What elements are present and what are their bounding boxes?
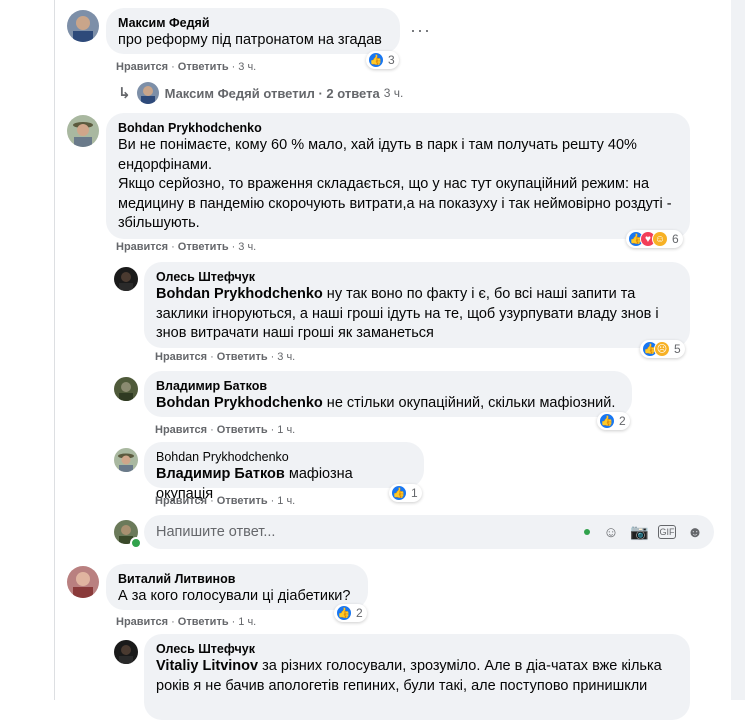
reply-text: Vitaliy Litvinov за різних голосували, з… [156, 658, 662, 694]
reaction-count: 6 [672, 232, 679, 246]
reaction-summary[interactable]: 👍 2 [334, 604, 367, 622]
reply-actions: Нравится · Ответить · 1 ч. [155, 495, 296, 507]
camera-icon[interactable]: 📷 [630, 523, 649, 541]
mention-link[interactable]: Vitaliy Litvinov [156, 658, 258, 674]
comment-actions: Нравится · Ответить · 3 ч. [116, 241, 257, 253]
reply-button[interactable]: Ответить [217, 351, 268, 363]
reaction-count: 2 [356, 606, 363, 620]
avatar[interactable] [67, 566, 99, 598]
reply-time[interactable]: 1 ч. [277, 424, 295, 436]
reply-bubble: Олесь Штефчук Bohdan Prykhodchenko ну та… [144, 262, 690, 348]
reaction-count: 2 [619, 414, 626, 428]
like-button[interactable]: Нравится [155, 351, 207, 363]
avatar[interactable] [114, 377, 138, 401]
reply-input[interactable]: Напишите ответ... ☺ 📷 GIF ☻ [144, 515, 714, 549]
reply-button[interactable]: Ответить [178, 616, 229, 628]
reply-actions: Нравится · Ответить · 1 ч. [155, 424, 296, 436]
like-icon: 👍 [391, 485, 407, 501]
like-icon: 👍 [599, 413, 615, 429]
reaction-summary[interactable]: 👍 1 [389, 484, 422, 502]
reaction-summary[interactable]: 👍 2 [597, 412, 630, 430]
reaction-summary[interactable]: 👍 ♥ ☺ 6 [626, 230, 683, 248]
comment-text: Ви не понімаєте, кому 60 % мало, хай іду… [118, 137, 672, 231]
like-button[interactable]: Нравится [155, 495, 207, 507]
comment-text: про реформу під патронатом на згадав [118, 32, 382, 48]
comment-actions: Нравится · Ответить · 3 ч. [116, 61, 257, 73]
avatar[interactable] [114, 448, 138, 472]
comment-author[interactable]: Максим Федяй [118, 15, 388, 31]
reply-button[interactable]: Ответить [217, 424, 268, 436]
like-button[interactable]: Нравится [155, 424, 207, 436]
avatar[interactable] [114, 267, 138, 291]
reply-time[interactable]: 3 ч. [277, 351, 295, 363]
comment-bubble: Максим Федяй про реформу під патронатом … [106, 8, 400, 54]
reply-text: Bohdan Prykhodchenko не стільки окупацій… [156, 395, 616, 411]
comment-bubble: Bohdan Prykhodchenko Ви не понімаєте, ко… [106, 113, 690, 239]
reply-button[interactable]: Ответить [178, 61, 229, 73]
comment-actions: Нравится · Ответить · 1 ч. [116, 616, 257, 628]
comment-time[interactable]: 3 ч. [238, 61, 256, 73]
comment-text: А за кого голосували ці діабетики? [118, 588, 351, 604]
reply-button[interactable]: Ответить [178, 241, 229, 253]
mention-link[interactable]: Владимир Батков [156, 466, 285, 482]
like-button[interactable]: Нравится [116, 61, 168, 73]
reply-author[interactable]: Bohdan Prykhodchenko [156, 449, 412, 465]
like-icon: 👍 [368, 52, 384, 68]
scrollbar[interactable] [731, 0, 745, 700]
sad-icon: ☹ [654, 341, 670, 357]
care-icon: ☺ [652, 231, 668, 247]
reply-bubble: Владимир Батков Bohdan Prykhodchenko не … [144, 371, 632, 417]
avatar[interactable] [114, 640, 138, 664]
like-button[interactable]: Нравится [116, 616, 168, 628]
avatar[interactable] [67, 115, 99, 147]
comment-time[interactable]: 3 ч. [238, 241, 256, 253]
like-button[interactable]: Нравится [116, 241, 168, 253]
mention-link[interactable]: Bohdan Prykhodchenko [156, 286, 323, 302]
reply-text: Bohdan Prykhodchenko ну так воно по факт… [156, 286, 659, 341]
avatar[interactable] [67, 10, 99, 42]
reply-actions: Нравится · Ответить · 3 ч. [155, 351, 296, 363]
like-icon: 👍 [336, 605, 352, 621]
view-replies-link[interactable]: ↳ Максим Федяй ответил · 2 ответа 3 ч. [118, 82, 403, 104]
avatar [136, 82, 159, 104]
comment-bubble: Виталий Литвинов А за кого голосували ці… [106, 564, 368, 610]
reply-author[interactable]: Олесь Штефчук [156, 641, 678, 657]
emoji-icon[interactable]: ☺ [602, 524, 620, 541]
typing-indicator-dot [584, 529, 590, 535]
mention-link[interactable]: Bohdan Prykhodchenko [156, 395, 323, 411]
reply-author[interactable]: Владимир Батков [156, 378, 620, 394]
reply-input-placeholder: Напишите ответ... [156, 524, 276, 540]
reaction-count: 5 [674, 342, 681, 356]
comment-time[interactable]: 1 ч. [238, 616, 256, 628]
reaction-count: 3 [388, 53, 395, 67]
reply-bubble: Bohdan Prykhodchenko Владимир Батков маф… [144, 442, 424, 502]
online-status-dot [130, 537, 142, 549]
more-options-icon[interactable]: ··· [410, 20, 431, 41]
reaction-summary[interactable]: 👍 ☹ 5 [640, 340, 685, 358]
reaction-summary[interactable]: 👍 3 [366, 51, 399, 69]
comment-author[interactable]: Bohdan Prykhodchenko [118, 120, 678, 136]
left-gutter [0, 0, 55, 700]
reply-author[interactable]: Олесь Штефчук [156, 269, 678, 285]
sticker-icon[interactable]: ☻ [686, 524, 704, 541]
gif-icon[interactable]: GIF [658, 525, 676, 539]
reply-time[interactable]: 1 ч. [277, 495, 295, 507]
reply-bubble: Олесь Штефчук Vitaliy Litvinov за різних… [144, 634, 690, 720]
comment-author[interactable]: Виталий Литвинов [118, 571, 356, 587]
reply-button[interactable]: Ответить [217, 495, 268, 507]
reaction-count: 1 [411, 486, 418, 500]
reply-arrow-icon: ↳ [118, 85, 131, 102]
